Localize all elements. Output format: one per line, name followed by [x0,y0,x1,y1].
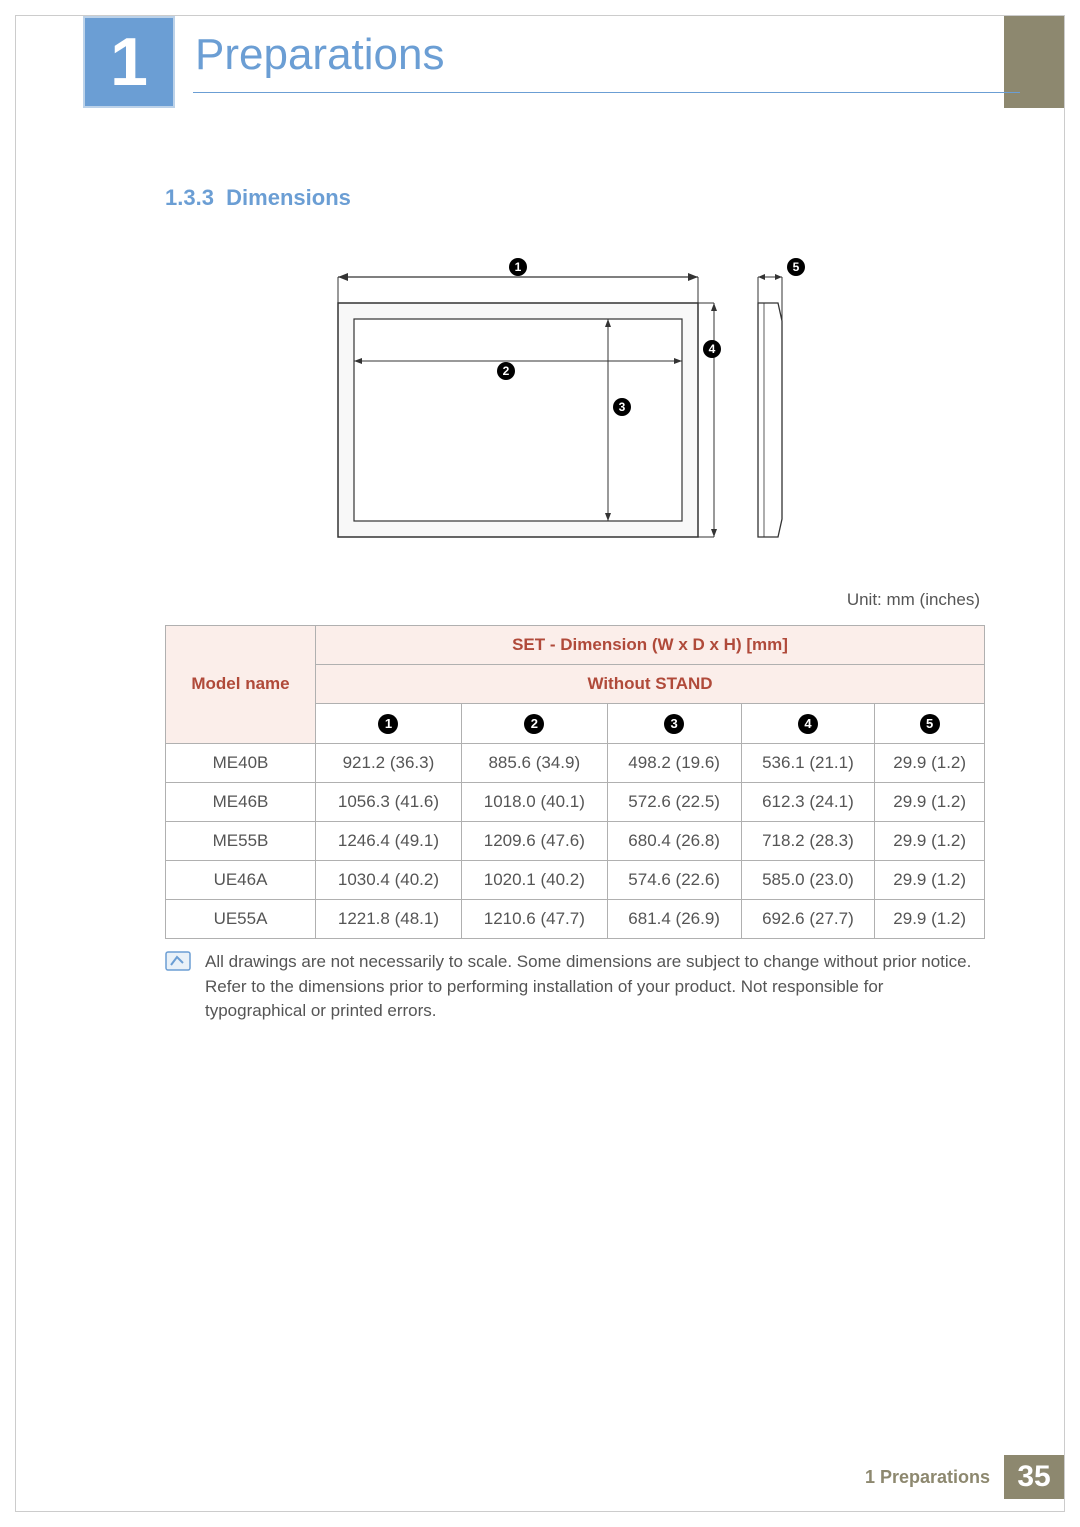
dimensions-table: Model name SET - Dimension (W x D x H) [… [165,625,985,939]
note-icon [165,950,191,972]
unit-label: Unit: mm (inches) [847,590,980,610]
dim-cell: 921.2 (36.3) [316,743,462,782]
table-row: UE55A 1221.8 (48.1) 1210.6 (47.7) 681.4 … [166,899,985,938]
dim-cell: 718.2 (28.3) [741,821,875,860]
section-title: Dimensions [226,185,351,210]
dim-cell: 572.6 (22.5) [607,782,741,821]
table-row: ME55B 1246.4 (49.1) 1209.6 (47.6) 680.4 … [166,821,985,860]
dim-cell: 498.2 (19.6) [607,743,741,782]
table-row: ME40B 921.2 (36.3) 885.6 (34.9) 498.2 (1… [166,743,985,782]
dim-cell: 681.4 (26.9) [607,899,741,938]
dim-cell: 1209.6 (47.6) [461,821,607,860]
diagram-svg: 1 2 3 4 5 [298,255,858,555]
svg-text:3: 3 [618,400,625,414]
set-dimension-header: SET - Dimension (W x D x H) [mm] [316,626,985,665]
col-5-header: 5 [875,704,985,744]
dim-cell: 612.3 (24.1) [741,782,875,821]
dim-cell: 680.4 (26.8) [607,821,741,860]
dim-cell: 585.0 (23.0) [741,860,875,899]
dim-cell: 1221.8 (48.1) [316,899,462,938]
model-cell: ME55B [166,821,316,860]
dim-cell: 29.9 (1.2) [875,860,985,899]
footer-page-number: 35 [1004,1455,1064,1499]
dim-cell: 1018.0 (40.1) [461,782,607,821]
dim-cell: 1030.4 (40.2) [316,860,462,899]
svg-text:4: 4 [708,342,715,356]
dim-cell: 29.9 (1.2) [875,743,985,782]
table-row: ME46B 1056.3 (41.6) 1018.0 (40.1) 572.6 … [166,782,985,821]
chapter-rule [193,92,1020,93]
dim-cell: 1020.1 (40.2) [461,860,607,899]
chapter-number-badge: 1 [83,16,175,108]
dim-cell: 1246.4 (49.1) [316,821,462,860]
svg-text:2: 2 [502,364,509,378]
note-block: All drawings are not necessarily to scal… [165,950,985,1024]
dim-cell: 29.9 (1.2) [875,782,985,821]
dim-cell: 692.6 (27.7) [741,899,875,938]
col-1-header: 1 [316,704,462,744]
col-3-header: 3 [607,704,741,744]
col-2-header: 2 [461,704,607,744]
chapter-title: Preparations [195,30,444,80]
model-cell: UE46A [166,860,316,899]
dim-cell: 1210.6 (47.7) [461,899,607,938]
dim-cell: 574.6 (22.6) [607,860,741,899]
model-cell: ME40B [166,743,316,782]
table-header-row-1: Model name SET - Dimension (W x D x H) [… [166,626,985,665]
svg-text:5: 5 [792,260,799,274]
footer-text: 1 Preparations [865,1467,1004,1488]
svg-text:1: 1 [514,260,521,274]
dim-cell: 29.9 (1.2) [875,899,985,938]
dim-cell: 536.1 (21.1) [741,743,875,782]
without-stand-header: Without STAND [316,665,985,704]
note-text: All drawings are not necessarily to scal… [205,950,985,1024]
col-4-header: 4 [741,704,875,744]
table-row: UE46A 1030.4 (40.2) 1020.1 (40.2) 574.6 … [166,860,985,899]
chapter-header: 1 Preparations [60,16,1020,106]
section-number: 1.3.3 [165,185,214,210]
dimension-diagram: 1 2 3 4 5 [165,245,990,565]
dim-cell: 29.9 (1.2) [875,821,985,860]
page-footer: 1 Preparations 35 [865,1455,1064,1499]
section-heading: 1.3.3 Dimensions [165,185,351,211]
model-cell: UE55A [166,899,316,938]
dim-cell: 885.6 (34.9) [461,743,607,782]
model-cell: ME46B [166,782,316,821]
dim-cell: 1056.3 (41.6) [316,782,462,821]
model-name-header: Model name [166,626,316,744]
